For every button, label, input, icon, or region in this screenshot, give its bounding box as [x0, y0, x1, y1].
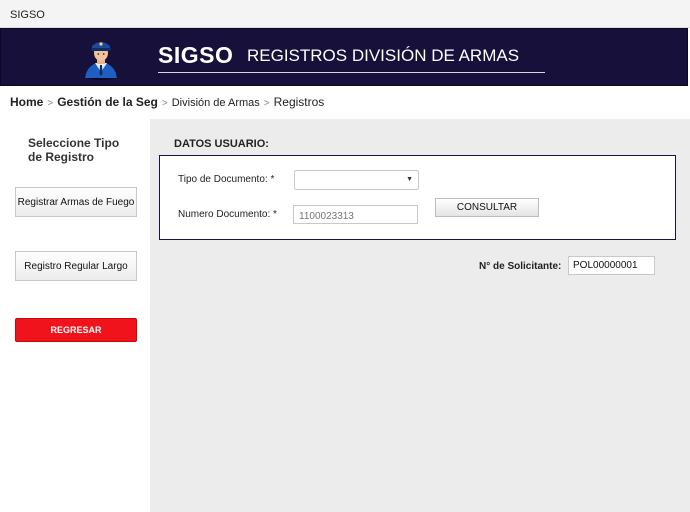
- breadcrumb-gestion[interactable]: Gestión de la Seg: [57, 95, 158, 109]
- numero-documento-label: Numero Documento: *: [178, 209, 277, 220]
- consultar-button[interactable]: CONSULTAR: [435, 198, 539, 217]
- registrar-armas-fuego-button[interactable]: Registrar Armas de Fuego: [15, 187, 137, 217]
- sidebar-title: Seleccione Tipo de Registro: [28, 136, 128, 164]
- window-title-bar: SIGSO: [0, 0, 690, 28]
- regresar-button[interactable]: REGRESAR: [15, 318, 137, 342]
- section-title: DATOS USUARIO:: [174, 138, 269, 150]
- window-title: SIGSO: [10, 9, 45, 21]
- breadcrumb-home[interactable]: Home: [10, 95, 43, 109]
- sidebar: Seleccione Tipo de Registro Registrar Ar…: [0, 119, 150, 512]
- user-data-form: Tipo de Documento: * ▼ Numero Documento:…: [159, 155, 676, 240]
- breadcrumb-separator: >: [263, 98, 270, 109]
- solicitante-input[interactable]: POL00000001: [568, 256, 655, 275]
- police-officer-icon: [84, 42, 118, 80]
- main-content: DATOS USUARIO: Tipo de Documento: * ▼ Nu…: [150, 119, 690, 512]
- breadcrumb-separator: >: [161, 98, 168, 109]
- sidebar-title-text: Seleccione Tipo de Registro: [28, 136, 120, 164]
- registro-regular-largo-button[interactable]: Registro Regular Largo: [15, 251, 137, 281]
- breadcrumb-division[interactable]: División de Armas: [172, 97, 260, 109]
- header-divider: [158, 72, 545, 73]
- tipo-documento-select[interactable]: ▼: [294, 170, 419, 190]
- tipo-documento-label: Tipo de Documento: *: [178, 174, 275, 185]
- breadcrumb: Home > Gestión de la Seg > División de Armas…: [10, 95, 324, 109]
- chevron-down-icon: ▼: [406, 176, 413, 183]
- numero-documento-input[interactable]: [293, 205, 418, 224]
- page-subtitle: REGISTROS DIVISIÓN DE ARMAS: [247, 46, 520, 65]
- solicitante-label: N° de Solicitante:: [479, 261, 562, 272]
- breadcrumb-separator: >: [47, 98, 54, 109]
- breadcrumb-registros: Registros: [273, 95, 325, 109]
- brand-title: SIGSO: [158, 42, 234, 68]
- header-banner: SIGSO REGISTROS DIVISIÓN DE ARMAS: [0, 28, 688, 86]
